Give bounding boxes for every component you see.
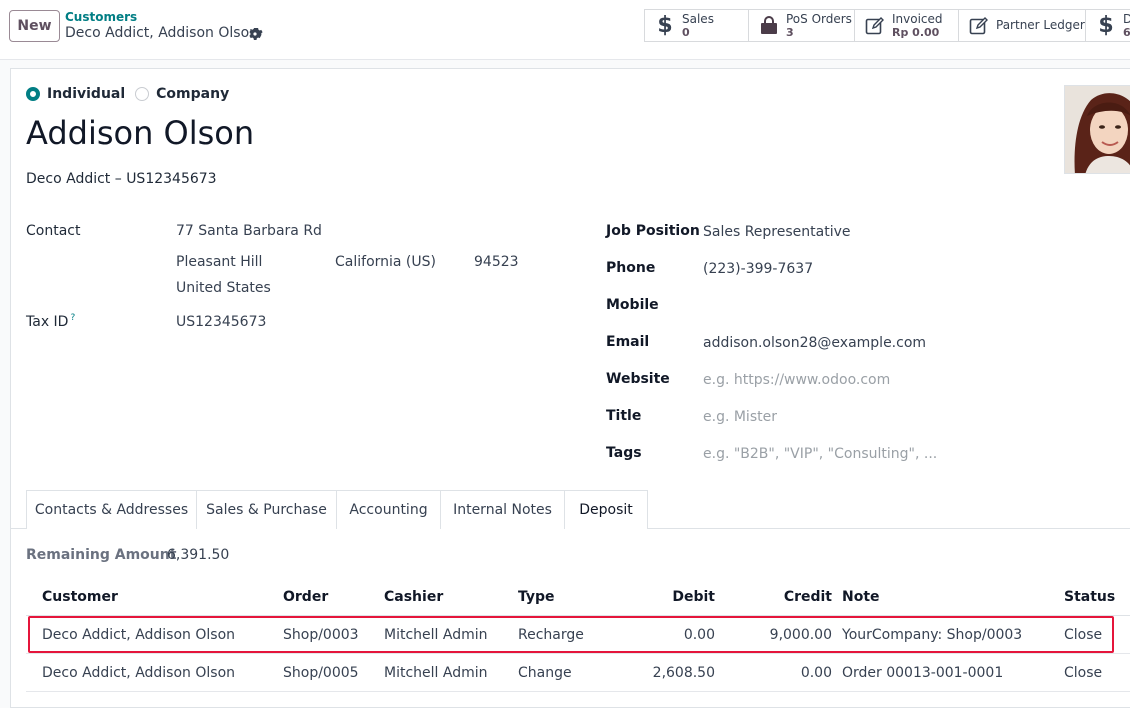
street-field[interactable]: 77 Santa Barbara Rd — [176, 223, 322, 239]
sales-smart-button[interactable]: $ Sales 0 — [644, 9, 749, 42]
contact-label: Contact — [26, 223, 81, 239]
column-header-cashier[interactable]: Cashier — [384, 589, 443, 605]
column-header-credit[interactable]: Credit — [732, 589, 832, 605]
zip-field[interactable]: 94523 — [474, 254, 519, 270]
pos-orders-label: PoS Orders — [786, 11, 852, 26]
invoiced-smart-button[interactable]: Invoiced Rp 0.00 — [854, 9, 959, 42]
cell-type: Change — [518, 665, 572, 681]
cell-type: Recharge — [518, 627, 584, 643]
partner-name-field[interactable]: Addison Olson — [26, 114, 254, 152]
dollar-icon: $ — [657, 13, 673, 38]
sales-label: Sales — [682, 11, 714, 26]
table-row[interactable]: Deco Addict, Addison Olson Shop/0005 Mit… — [26, 654, 1130, 692]
column-header-customer[interactable]: Customer — [42, 589, 118, 605]
cell-customer: Deco Addict, Addison Olson — [42, 627, 236, 643]
partner-ledger-label: Partner Ledger — [996, 18, 1085, 32]
control-panel: New Customers Deco Addict, Addison Olson… — [0, 0, 1130, 60]
tab-deposit[interactable]: Deposit — [564, 490, 648, 530]
tax-id-label: Tax ID? — [26, 313, 75, 330]
tax-id-field[interactable]: US12345673 — [176, 314, 266, 330]
company-radio[interactable] — [135, 87, 150, 101]
mobile-label: Mobile — [606, 297, 659, 313]
column-header-debit[interactable]: Debit — [615, 589, 715, 605]
pos-orders-smart-button[interactable]: PoS Orders 3 — [748, 9, 855, 42]
deposit-smart-value: 6, — [1123, 25, 1130, 39]
remaining-amount-value: 6,391.50 — [167, 547, 230, 563]
cell-credit: 0.00 — [800, 665, 832, 681]
column-header-order[interactable]: Order — [283, 589, 328, 605]
title-field[interactable]: e.g. Mister — [703, 409, 777, 425]
tags-field[interactable]: e.g. "B2B", "VIP", "Consulting", ... — [703, 446, 937, 462]
tab-contacts-addresses[interactable]: Contacts & Addresses — [26, 490, 197, 529]
ledger-edit-icon — [969, 16, 989, 36]
job-position-label: Job Position — [606, 223, 700, 239]
tab-accounting[interactable]: Accounting — [336, 490, 441, 529]
cell-customer: Deco Addict, Addison Olson — [42, 665, 236, 681]
breadcrumb-parent-link[interactable]: Customers — [65, 10, 137, 24]
cell-order: Shop/0003 — [283, 627, 359, 643]
cell-cashier: Mitchell Admin — [384, 627, 488, 643]
job-position-field[interactable]: Sales Representative — [703, 224, 851, 240]
email-field[interactable]: addison.olson28@example.com — [703, 335, 926, 351]
city-field[interactable]: Pleasant Hill — [176, 254, 262, 270]
dollar-icon: $ — [1098, 13, 1114, 38]
website-label: Website — [606, 371, 670, 387]
avatar[interactable] — [1064, 85, 1130, 174]
cell-status: Close — [1064, 627, 1103, 643]
tags-label: Tags — [606, 445, 642, 461]
partner-ledger-smart-button[interactable]: Partner Ledger — [958, 9, 1086, 42]
tab-internal-notes[interactable]: Internal Notes — [440, 490, 565, 529]
tax-id-label-text: Tax ID — [26, 314, 69, 330]
cell-credit: 9,000.00 — [769, 627, 832, 643]
column-header-type[interactable]: Type — [518, 589, 555, 605]
phone-field[interactable]: (223)-399-7637 — [703, 261, 813, 277]
shopping-bag-icon — [759, 15, 779, 36]
website-field[interactable]: e.g. https://www.odoo.com — [703, 372, 890, 388]
help-tooltip-icon[interactable]: ? — [70, 313, 75, 323]
remaining-amount-label: Remaining Amount — [26, 547, 177, 563]
individual-radio-label[interactable]: Individual — [47, 86, 125, 102]
invoiced-amount: Rp 0.00 — [892, 25, 940, 39]
parent-company-field[interactable]: Deco Addict – US12345673 — [26, 171, 217, 187]
invoiced-label: Invoiced — [892, 11, 943, 26]
form-sheet — [10, 68, 1130, 708]
individual-radio[interactable] — [26, 87, 40, 101]
sales-count: 0 — [682, 25, 690, 39]
phone-label: Phone — [606, 260, 656, 276]
company-type-radio-group: Individual Company — [26, 86, 239, 102]
table-row[interactable]: Deco Addict, Addison Olson Shop/0003 Mit… — [26, 616, 1130, 654]
cell-note: Order 00013-001-0001 — [842, 665, 1004, 681]
cell-note: YourCompany: Shop/0003 — [842, 627, 1023, 643]
company-radio-label[interactable]: Company — [156, 86, 229, 102]
cell-status: Close — [1064, 665, 1103, 681]
cell-order: Shop/0005 — [283, 665, 359, 681]
state-field[interactable]: California (US) — [335, 254, 436, 270]
email-label: Email — [606, 334, 650, 350]
column-header-status[interactable]: Status — [1064, 589, 1115, 605]
gear-icon[interactable] — [247, 26, 263, 42]
deposit-smart-button[interactable]: $ De 6, — [1085, 9, 1130, 42]
country-field[interactable]: United States — [176, 280, 271, 296]
invoice-edit-icon — [865, 16, 885, 36]
cell-cashier: Mitchell Admin — [384, 665, 488, 681]
pos-orders-count: 3 — [786, 25, 794, 39]
tab-sales-purchase[interactable]: Sales & Purchase — [196, 490, 337, 529]
cell-debit: 2,608.50 — [652, 665, 715, 681]
column-header-note[interactable]: Note — [842, 589, 880, 605]
new-button[interactable]: New — [9, 10, 60, 42]
deposit-smart-label: De — [1123, 11, 1130, 26]
mobile-field[interactable] — [703, 298, 1123, 316]
cell-debit: 0.00 — [683, 627, 715, 643]
breadcrumb-current: Deco Addict, Addison Olson — [65, 25, 259, 41]
title-label: Title — [606, 408, 642, 424]
